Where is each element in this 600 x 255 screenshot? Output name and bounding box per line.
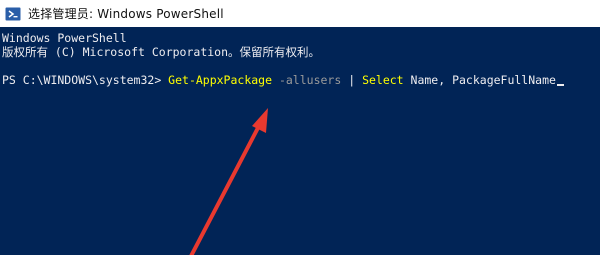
red-arrow-icon [189, 108, 268, 255]
powershell-window: 选择管理员: Windows PowerShell Windows PowerS… [0, 0, 600, 255]
